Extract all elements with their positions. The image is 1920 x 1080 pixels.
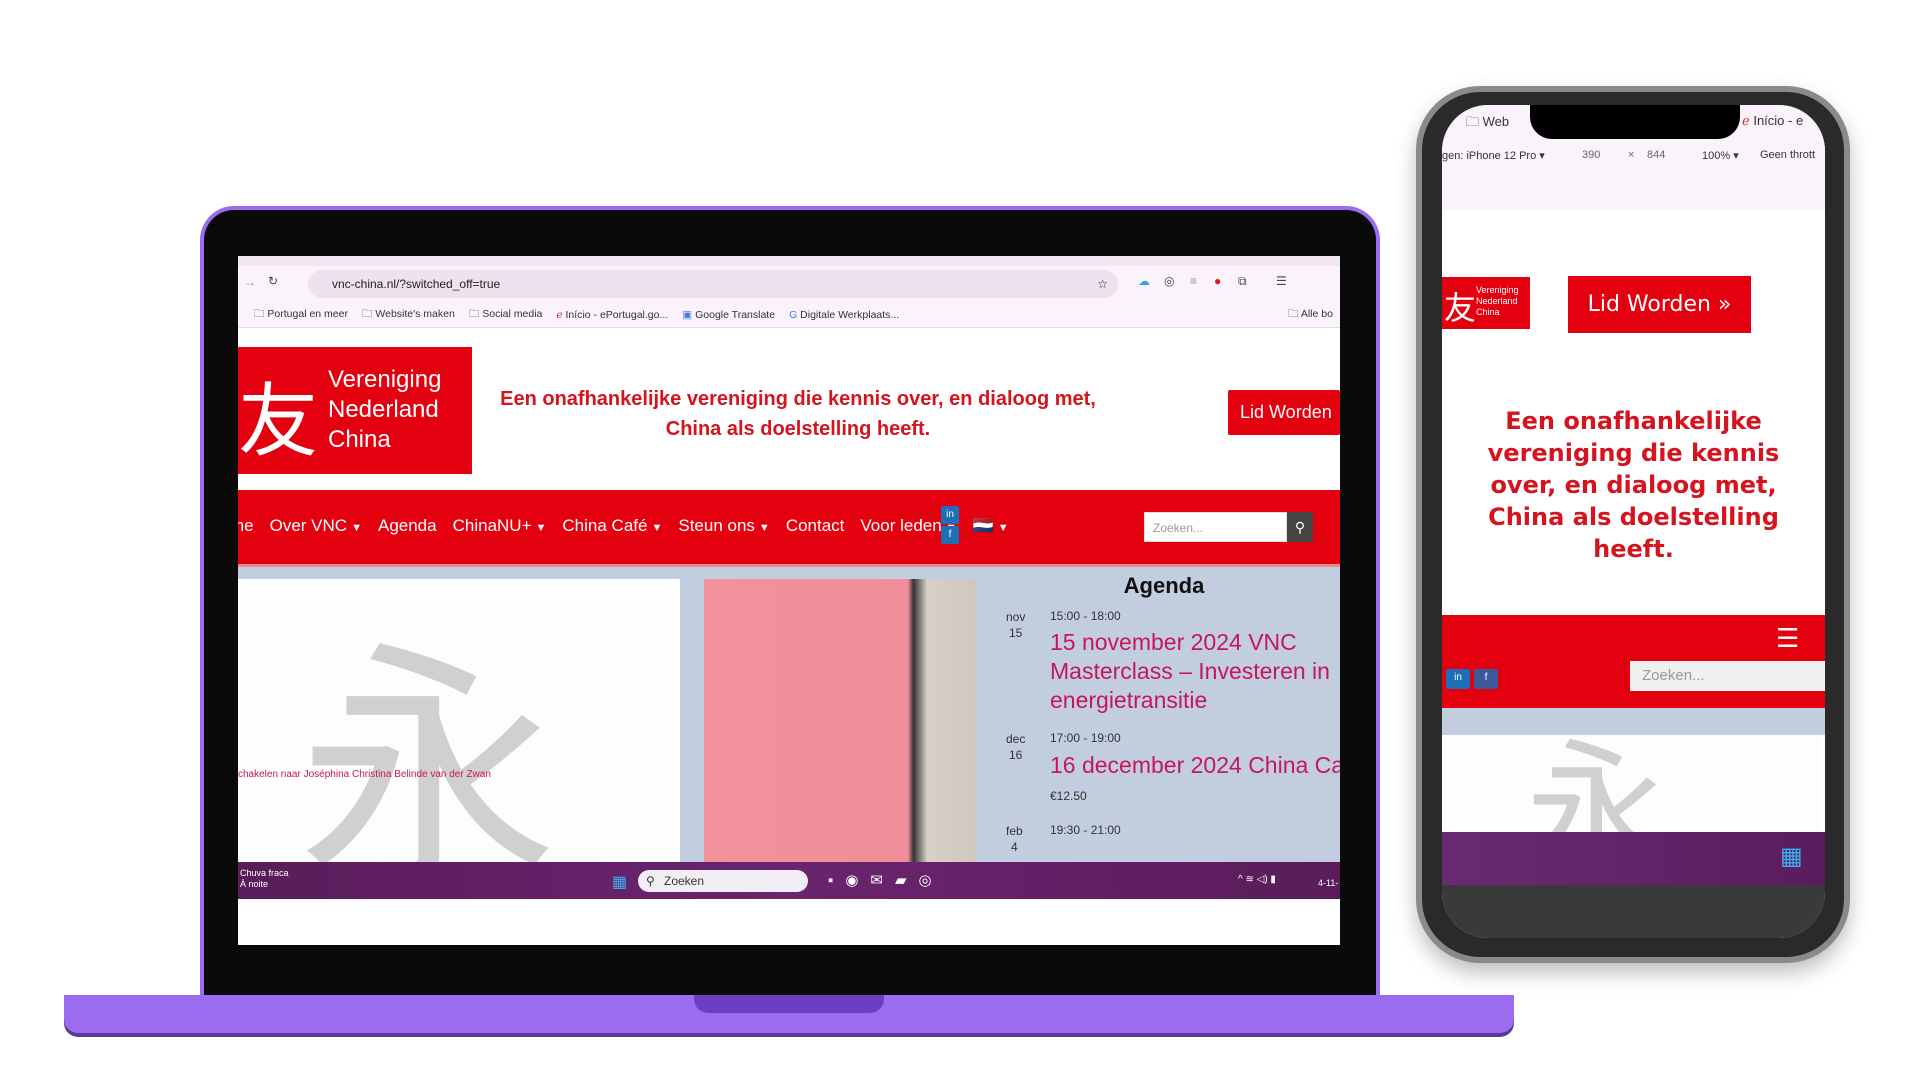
browser-toolbar: → ↻ vnc-china.nl/?switched_off=true ☆ ☁ … [238, 266, 1340, 302]
tab[interactable]: 🗀 Web [1466, 113, 1509, 135]
event-time: 15:00 - 18:00 [1050, 609, 1121, 623]
search-button[interactable]: ⚲ [1287, 512, 1313, 542]
linkedin-icon[interactable]: in [1446, 669, 1470, 689]
phone-screen: 🗀 Web ℯ Início - e gen: iPhone 12 Pro ▾ … [1442, 105, 1825, 938]
hero-image[interactable]: 永 [1446, 735, 1819, 832]
site-logo[interactable]: 友 Vereniging Nederland China [238, 347, 472, 474]
chevron-down-icon: ▼ [351, 522, 362, 534]
bookmarks-bar: 🗀 Portugal en meer 🗀 Website's maken 🗀 S… [238, 302, 1340, 328]
reload-icon[interactable]: ↻ [268, 274, 278, 288]
extension-icon[interactable]: ● [1214, 274, 1221, 288]
nav-item[interactable]: China Café ▼ [562, 516, 662, 536]
search-input[interactable]: Zoeken... [1630, 661, 1825, 691]
weather-widget[interactable]: Chuva fraca À noite [240, 868, 289, 890]
nav-item[interactable]: Agenda [378, 516, 437, 536]
times-sign: × [1628, 149, 1635, 161]
tab[interactable]: ℯ Início - e [1742, 113, 1803, 129]
extension-icon[interactable]: ◎ [1164, 274, 1174, 288]
nav-item[interactable]: Steun ons ▼ [678, 516, 769, 536]
logo-glyph: 友 [238, 375, 318, 468]
windows-start-icon[interactable]: ▦ [612, 872, 627, 892]
zoom-select[interactable]: 100% ▾ [1702, 149, 1739, 162]
tab-strip [238, 256, 1340, 266]
search-input[interactable]: Zoeken... [1144, 512, 1287, 542]
linkedin-icon[interactable]: in [941, 506, 959, 524]
event-date: dec 16 [1006, 732, 1026, 762]
bookmark[interactable]: G Digitale Werkplaats... [789, 309, 899, 321]
nav-item[interactable]: Over VNC ▼ [270, 516, 362, 536]
nav-item[interactable]: 🇳🇱 ▼ [973, 516, 1009, 536]
bookmark[interactable]: ▣ Google Translate [682, 309, 775, 321]
star-icon[interactable]: ☆ [1097, 270, 1108, 298]
phone-notch [1530, 105, 1740, 139]
event-title-link[interactable]: 15 november 2024 VNC Masterclass – Inves… [1050, 628, 1340, 715]
agenda-title: Agenda [1123, 573, 1205, 598]
event-price: €12.50 [1050, 789, 1087, 803]
extension-icon[interactable]: ≡ [1190, 274, 1197, 288]
hero-image[interactable]: 永 chakelen naar Joséphina Christina Beli… [238, 579, 680, 862]
join-button[interactable]: Lid Worden » [1568, 276, 1751, 333]
event-date: nov 15 [1006, 610, 1026, 640]
agenda-widget: Agenda nov 15 15:00 - 18:00 15 november 2… [988, 567, 1340, 862]
reading-list-icon[interactable]: ☰ [1276, 274, 1287, 288]
nav-item[interactable]: me [238, 516, 254, 536]
chevron-down-icon: ▼ [535, 522, 547, 534]
taskbar-search[interactable]: ⚲ Zoeken [638, 870, 808, 892]
throttle-select[interactable]: Geen thrott [1760, 149, 1815, 161]
site-header: 友 Vereniging Nederland China Een onafhanke… [238, 328, 1340, 490]
device-select[interactable]: gen: iPhone 12 Pro ▾ [1442, 149, 1545, 162]
site-logo[interactable]: 友 Vereniging Nederland China [1442, 277, 1530, 329]
event-date: feb 4 [1006, 824, 1023, 854]
width-input[interactable]: 390 [1582, 149, 1600, 161]
taskbar-app-icons[interactable]: ▪◉✉▰◎ [828, 871, 944, 889]
phone-bottom [1442, 885, 1825, 938]
nav-item[interactable]: ChinaNU+ ▼ [453, 516, 547, 536]
laptop-screen: → ↻ vnc-china.nl/?switched_off=true ☆ ☁ … [238, 256, 1340, 945]
url-text: vnc-china.nl/?switched_off=true [332, 277, 501, 291]
cloud-icon[interactable]: ☁ [1138, 274, 1150, 288]
system-tray-icons[interactable]: ^ ≋ ◁) ▮ [1238, 874, 1276, 885]
puzzle-icon[interactable]: ⧉ [1238, 274, 1247, 289]
tagline: Een onafhankelijke vereniging die kennis… [1487, 407, 1780, 563]
all-bookmarks[interactable]: 🗀 Alle bo [1288, 306, 1333, 324]
windows-taskbar: Chuva fraca À noite ▦ ⚲ Zoeken ▪◉✉▰◎ ^ ≋ ◁… [238, 862, 1340, 899]
event-title-link[interactable]: 16 december 2024 China Ca [1050, 751, 1340, 780]
calligraphy-image: 永 [298, 621, 558, 862]
tagline: Een onafhankelijke vereniging die kennis… [500, 388, 1096, 440]
chevron-down-icon: ▼ [997, 522, 1009, 534]
hamburger-menu-icon[interactable]: ☰ [1776, 623, 1799, 654]
facebook-icon[interactable]: f [1474, 669, 1498, 689]
main-nav: me Over VNC▼ Agenda ChinaNU+▼ China Café▼ Ste… [238, 490, 1340, 567]
join-button[interactable]: Lid Worden [1228, 390, 1340, 435]
address-bar[interactable]: vnc-china.nl/?switched_off=true ☆ [308, 270, 1118, 298]
clock[interactable]: 4-11- [1318, 878, 1338, 888]
event-time: 19:30 - 21:00 [1050, 823, 1121, 837]
chevron-down-icon: ▼ [651, 522, 663, 534]
windows-taskbar: ▦ [1442, 832, 1825, 885]
content-area: 永 chakelen naar Joséphina Christina Beli… [238, 567, 1340, 862]
content-strip [1442, 708, 1825, 735]
bookmark[interactable]: 🗀 Social media [469, 306, 543, 324]
windows-start-icon[interactable]: ▦ [1780, 842, 1803, 871]
bookmark[interactable]: 🗀 Portugal en meer [254, 306, 348, 324]
event-time: 17:00 - 19:00 [1050, 731, 1121, 745]
bookmark[interactable]: ℯ Início - ePortugal.go... [556, 309, 668, 321]
facebook-icon[interactable]: f [941, 526, 959, 544]
forward-icon[interactable]: → [244, 275, 256, 289]
chevron-down-icon: ▼ [758, 522, 770, 534]
nav-item[interactable]: Contact [786, 516, 845, 536]
image-caption[interactable]: chakelen naar Joséphina Christina Belind… [238, 769, 491, 780]
slider-image[interactable] [704, 579, 976, 862]
bookmark[interactable]: 🗀 Website's maken [362, 306, 455, 324]
mobile-nav: ☰ in f Zoeken... [1442, 615, 1825, 708]
height-input[interactable]: 844 [1647, 149, 1665, 161]
laptop-hinge [694, 995, 884, 1013]
